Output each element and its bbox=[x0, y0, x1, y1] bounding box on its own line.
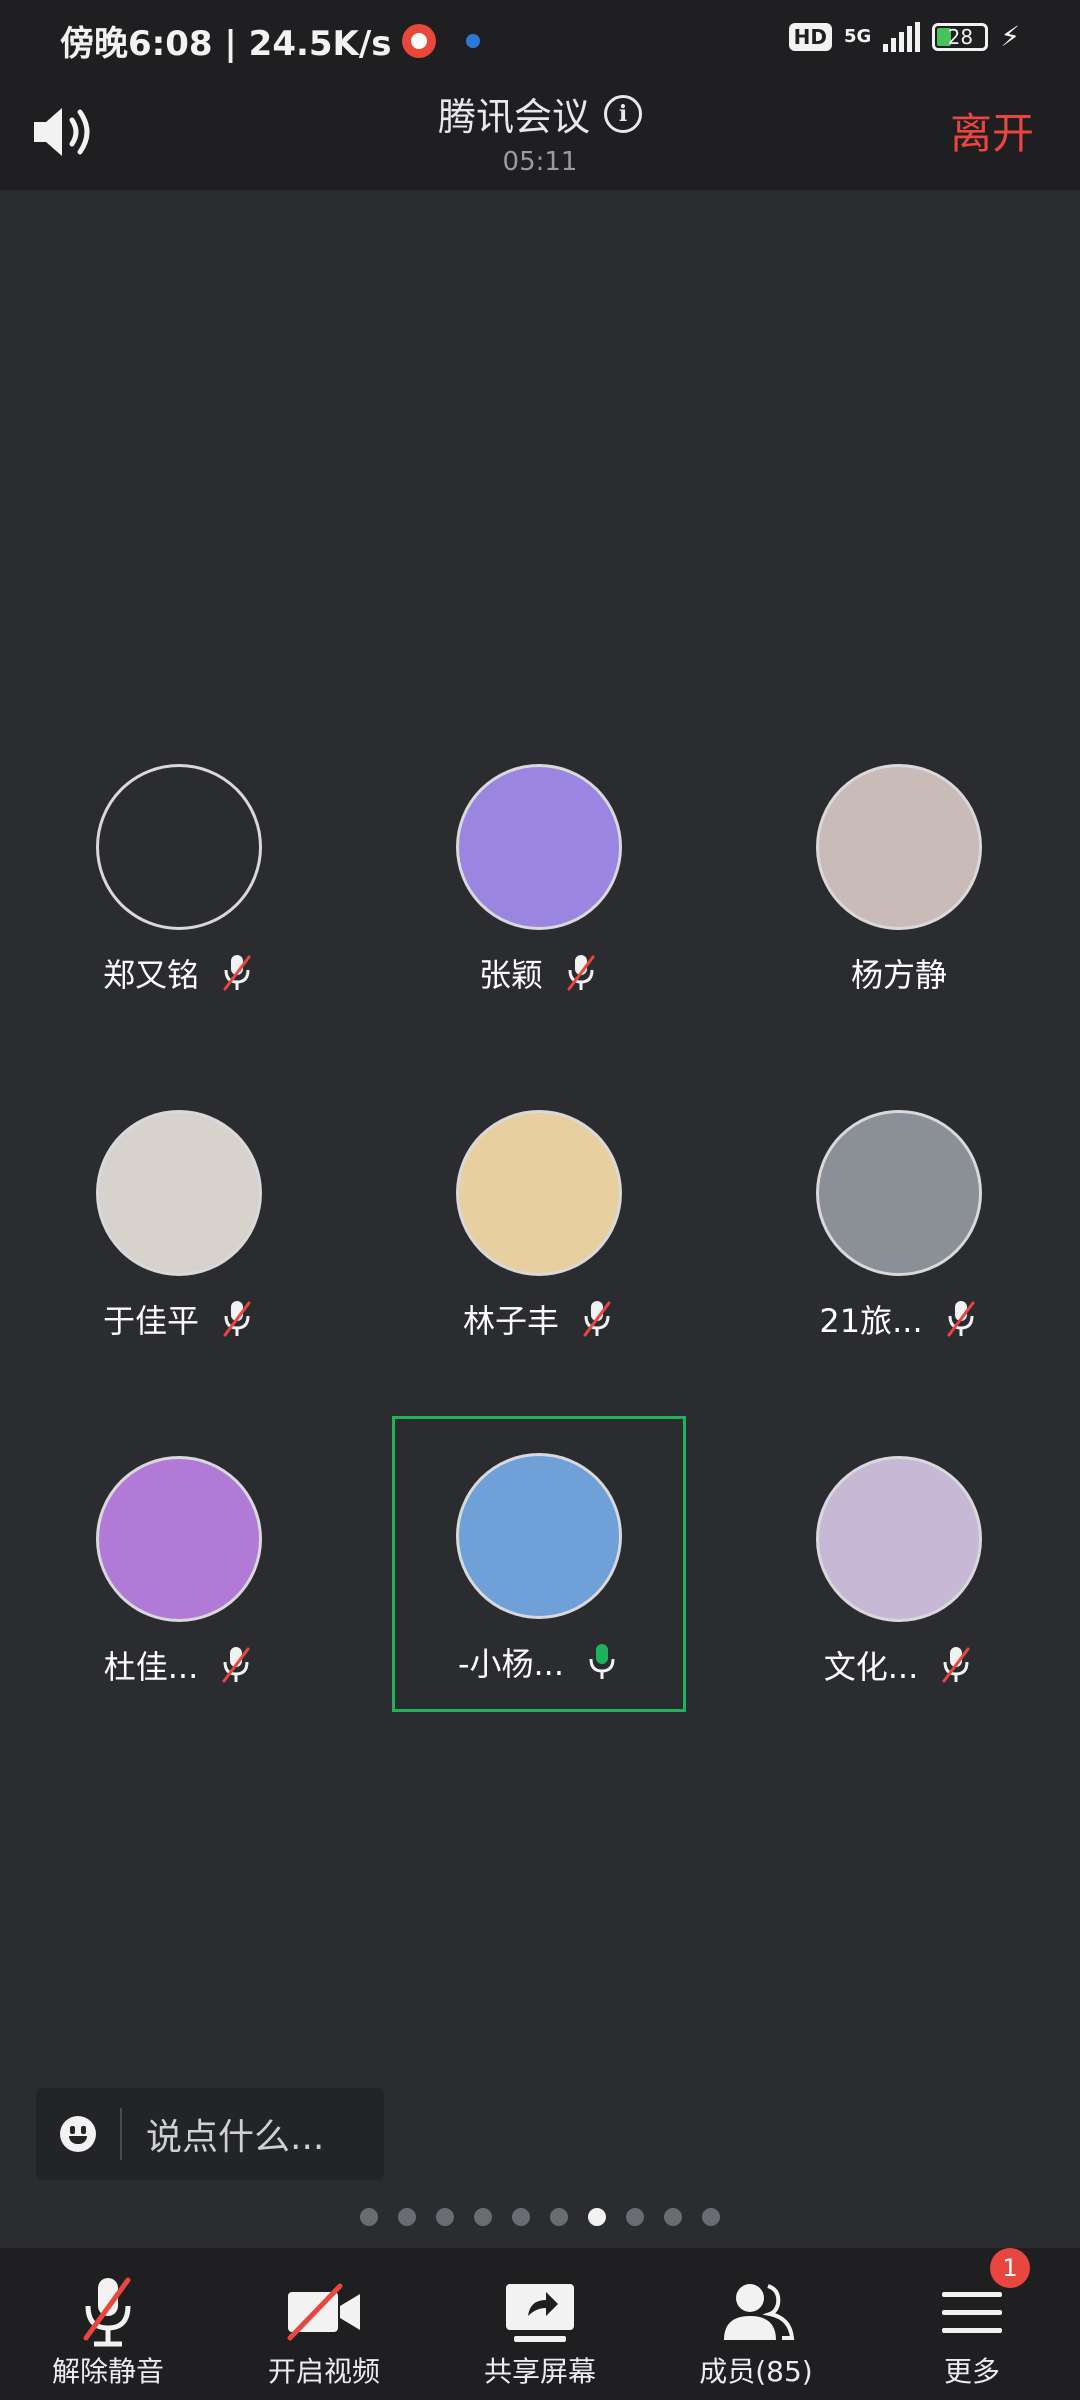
info-icon[interactable]: i bbox=[604, 94, 642, 133]
participant-tile[interactable]: 文化... bbox=[752, 1456, 1046, 1750]
share-screen-label: 共享屏幕 bbox=[483, 2355, 596, 2388]
participant-name: 杜佳... bbox=[103, 1648, 199, 1686]
battery-level: 28 bbox=[947, 24, 974, 49]
participant-name: 杨方静 bbox=[850, 956, 947, 994]
page-dot[interactable] bbox=[360, 2208, 378, 2226]
chat-placeholder: 说点什么... bbox=[146, 2117, 325, 2158]
title-area: 腾讯会议 i 05:11 bbox=[0, 86, 1080, 177]
avatar bbox=[816, 1110, 982, 1276]
page-dot[interactable] bbox=[398, 2208, 416, 2226]
members-icon bbox=[724, 2284, 795, 2340]
notification-dot-icon bbox=[465, 33, 480, 48]
participant-name-row: 21旅... bbox=[752, 1296, 1046, 1342]
avatar bbox=[816, 1456, 982, 1622]
hd-icon: HD bbox=[788, 22, 833, 51]
avatar bbox=[456, 1453, 622, 1619]
participant-name-row: 文化... bbox=[752, 1642, 1046, 1688]
emoji-icon[interactable] bbox=[60, 2116, 96, 2152]
participant-tile[interactable]: 于佳平 bbox=[32, 1110, 326, 1404]
mic-muted-icon bbox=[222, 1647, 250, 1683]
signal-icon bbox=[883, 21, 921, 52]
page-dot[interactable] bbox=[474, 2208, 492, 2226]
avatar bbox=[816, 764, 982, 930]
page-indicator bbox=[0, 2208, 1080, 2226]
page-dot[interactable] bbox=[588, 2208, 606, 2226]
share-screen-icon bbox=[506, 2284, 574, 2342]
more-button[interactable]: 1 更多 bbox=[864, 2248, 1080, 2400]
status-time-speed: 傍晚6:08 | 24.5K/s bbox=[60, 24, 392, 64]
page-dot[interactable] bbox=[550, 2208, 568, 2226]
participant-tile[interactable]: -小杨... bbox=[392, 1416, 686, 1712]
video-off-icon bbox=[287, 2283, 360, 2341]
page-dot[interactable] bbox=[512, 2208, 530, 2226]
participant-name-row: 张颖 bbox=[392, 950, 686, 996]
participant-name: 郑又铭 bbox=[102, 956, 199, 994]
status-left: 傍晚6:08 | 24.5K/s bbox=[60, 16, 480, 65]
mic-muted-icon bbox=[947, 1301, 975, 1337]
participant-name: -小杨... bbox=[457, 1645, 565, 1683]
network-type-icon: 5G bbox=[844, 25, 872, 47]
participant-name-row: 杜佳... bbox=[32, 1642, 326, 1688]
page-dot[interactable] bbox=[436, 2208, 454, 2226]
chat-divider bbox=[120, 2108, 122, 2160]
video-button[interactable]: 开启视频 bbox=[216, 2248, 432, 2400]
mic-on-icon bbox=[589, 1644, 615, 1679]
participant-name-row: 于佳平 bbox=[32, 1296, 326, 1342]
avatar bbox=[96, 1110, 262, 1276]
participant-tile[interactable]: 郑又铭 bbox=[32, 764, 326, 1058]
more-label: 更多 bbox=[943, 2355, 1000, 2388]
page-dot[interactable] bbox=[702, 2208, 720, 2226]
share-screen-button[interactable]: 共享屏幕 bbox=[432, 2248, 648, 2400]
chat-input[interactable]: 说点什么... bbox=[36, 2088, 384, 2180]
members-label: 成员(85) bbox=[699, 2355, 813, 2388]
avatar bbox=[96, 764, 262, 930]
unmute-label: 解除静音 bbox=[51, 2355, 164, 2388]
avatar bbox=[456, 764, 622, 930]
leave-button[interactable]: 离开 bbox=[950, 100, 1034, 161]
battery-icon: 28 bbox=[932, 22, 989, 51]
mic-muted-icon bbox=[583, 1301, 611, 1337]
mic-muted-icon bbox=[223, 1301, 251, 1337]
members-button[interactable]: 成员(85) bbox=[648, 2248, 864, 2400]
participant-name: 于佳平 bbox=[102, 1302, 199, 1340]
charging-icon: ⚡ bbox=[1000, 20, 1020, 53]
participant-tile[interactable]: 张颖 bbox=[392, 764, 686, 1058]
participant-tile[interactable]: 杜佳... bbox=[32, 1456, 326, 1750]
mic-muted-icon bbox=[942, 1647, 970, 1683]
meeting-header: 腾讯会议 i 05:11 离开 bbox=[0, 78, 1080, 190]
page-dot[interactable] bbox=[664, 2208, 682, 2226]
participant-name-row: 林子丰 bbox=[392, 1296, 686, 1342]
participant-name-row: 郑又铭 bbox=[32, 950, 326, 996]
alarm-icon bbox=[401, 23, 436, 58]
participant-name: 林子丰 bbox=[462, 1302, 559, 1340]
bottom-toolbar: 解除静音 开启视频 共享屏幕 成员(85) 1 更多 bbox=[0, 2248, 1080, 2400]
mic-muted-icon bbox=[567, 955, 595, 991]
meeting-title[interactable]: 腾讯会议 i bbox=[438, 86, 642, 141]
participant-name: 文化... bbox=[823, 1648, 919, 1686]
participant-name-row: 杨方静 bbox=[752, 950, 1046, 996]
participant-name-row: -小杨... bbox=[395, 1639, 683, 1685]
page-dot[interactable] bbox=[626, 2208, 644, 2226]
participant-name: 21旅... bbox=[819, 1302, 923, 1340]
more-badge: 1 bbox=[990, 2248, 1030, 2288]
participant-tile[interactable]: 21旅... bbox=[752, 1110, 1046, 1404]
avatar bbox=[456, 1110, 622, 1276]
mic-muted-icon bbox=[83, 2277, 131, 2347]
meeting-title-text: 腾讯会议 bbox=[437, 95, 590, 139]
status-bar: 傍晚6:08 | 24.5K/s HD 5G 28 ⚡ bbox=[0, 0, 1080, 78]
video-label: 开启视频 bbox=[267, 2355, 380, 2388]
participant-tile[interactable]: 杨方静 bbox=[752, 764, 1046, 1058]
status-right: HD 5G 28 ⚡ bbox=[788, 20, 1020, 53]
mic-muted-icon bbox=[223, 955, 251, 991]
participant-name: 张颖 bbox=[478, 956, 543, 994]
avatar bbox=[96, 1456, 262, 1622]
unmute-button[interactable]: 解除静音 bbox=[0, 2248, 216, 2400]
participant-tile[interactable]: 林子丰 bbox=[392, 1110, 686, 1404]
meeting-timer: 05:11 bbox=[502, 147, 578, 177]
